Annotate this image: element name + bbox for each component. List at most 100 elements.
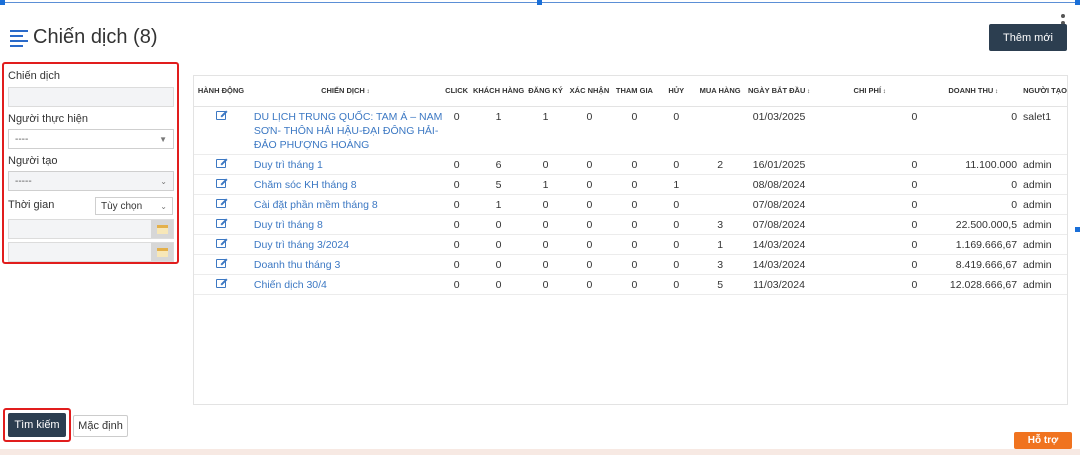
- calendar-icon[interactable]: [151, 220, 173, 238]
- cell-confirm: 0: [564, 194, 615, 215]
- cell-join: 0: [614, 254, 655, 275]
- resize-handle[interactable]: [0, 0, 5, 5]
- cell-cancel: 0: [654, 254, 699, 275]
- edit-icon[interactable]: [215, 198, 226, 208]
- col-header-cost[interactable]: CHI PHÍ: [815, 76, 924, 107]
- campaign-name-link[interactable]: Duy trì tháng 3/2024: [247, 234, 443, 255]
- edit-icon[interactable]: [215, 238, 226, 248]
- cell-creator: admin: [1023, 194, 1067, 215]
- cell-join: 0: [614, 234, 655, 255]
- cell-register: 1: [526, 174, 565, 195]
- cell-join: 0: [614, 174, 655, 195]
- resize-handle[interactable]: [537, 0, 542, 5]
- search-button-frame: Tìm kiếm: [3, 408, 71, 442]
- campaign-name-link[interactable]: Doanh thu tháng 3: [247, 254, 443, 275]
- cell-customers: 1: [470, 194, 527, 215]
- edit-icon[interactable]: [215, 218, 226, 228]
- row-actions-cell: [194, 274, 248, 295]
- campaign-table: HÀNH ĐỘNG CHIẾN DỊCH CLICK KHÁCH HÀNG ĐĂ…: [194, 76, 1067, 295]
- calendar-icon[interactable]: [151, 243, 173, 261]
- edit-icon[interactable]: [215, 110, 226, 120]
- col-header-join: THAM GIA: [614, 76, 655, 107]
- campaign-name-link[interactable]: DU LỊCH TRUNG QUỐC: TAM Á – NAM SƠN- THÔ…: [247, 106, 443, 155]
- table-header-row: HÀNH ĐỘNG CHIẾN DỊCH CLICK KHÁCH HÀNG ĐĂ…: [194, 76, 1067, 107]
- support-button[interactable]: Hỗ trợ: [1014, 432, 1072, 449]
- cell-start: 11/03/2024: [742, 274, 816, 295]
- cell-click: 0: [442, 154, 471, 175]
- row-actions-cell: [194, 106, 248, 155]
- edit-icon[interactable]: [215, 278, 226, 288]
- col-header-actions: HÀNH ĐỘNG: [194, 76, 248, 107]
- col-header-creator: NGƯỜI TẠO: [1023, 76, 1067, 107]
- cell-cost: 0: [815, 194, 924, 215]
- caret-down-icon: ▼: [159, 134, 167, 144]
- table-row: Doanh thu tháng 3 0 0 0 0 0 0 3 14/03/2024 0 8.419…: [194, 254, 1067, 275]
- performer-filter-select[interactable]: ---- ▼: [8, 129, 174, 149]
- campaign-name-link[interactable]: Duy trì tháng 1: [247, 154, 443, 175]
- cell-cost: 0: [815, 214, 924, 235]
- cell-click: 0: [442, 234, 471, 255]
- row-actions-cell: [194, 254, 248, 275]
- edit-icon[interactable]: [215, 158, 226, 168]
- cell-revenue: 0: [923, 194, 1024, 215]
- col-header-revenue[interactable]: DOANH THU: [923, 76, 1024, 107]
- time-filter-select[interactable]: Tùy chọn ⌄: [95, 197, 173, 215]
- cell-register: 1: [526, 106, 565, 155]
- cell-customers: 5: [470, 174, 527, 195]
- table-row: Chiến dịch 30/4 0 0 0 0 0 0 5 11/03/2024 0 12.028.…: [194, 274, 1067, 295]
- campaign-name-link[interactable]: Duy trì tháng 8: [247, 214, 443, 235]
- search-button[interactable]: Tìm kiếm: [8, 413, 66, 437]
- cell-register: 0: [526, 274, 565, 295]
- cell-revenue: 12.028.666,67: [923, 274, 1024, 295]
- campaign-name-link[interactable]: Cài đặt phần mềm tháng 8: [247, 194, 443, 215]
- cell-creator: admin: [1023, 174, 1067, 195]
- date-to-input[interactable]: [8, 242, 174, 262]
- campaign-name-link[interactable]: Chăm sóc KH tháng 8: [247, 174, 443, 195]
- cell-creator: admin: [1023, 274, 1067, 295]
- campaign-name-link[interactable]: Chiến dịch 30/4: [247, 274, 443, 295]
- campaign-filter-input[interactable]: [8, 87, 174, 107]
- col-header-start-date[interactable]: NGÀY BẮT ĐẦU: [742, 76, 816, 107]
- performer-filter-label: Người thực hiện: [8, 113, 89, 125]
- col-header-confirm: XÁC NHẬN: [564, 76, 615, 107]
- cell-buy: [698, 174, 743, 195]
- cell-cancel: 0: [654, 106, 699, 155]
- date-from-input[interactable]: [8, 219, 174, 239]
- resize-handle[interactable]: [1075, 0, 1080, 5]
- cell-click: 0: [442, 106, 471, 155]
- cell-start: 08/08/2024: [742, 174, 816, 195]
- col-header-campaign[interactable]: CHIẾN DỊCH: [247, 76, 443, 107]
- creator-filter-select[interactable]: ----- ⌄: [8, 171, 174, 191]
- table-row: Duy trì tháng 1 0 6 0 0 0 0 2 16/01/2025 0 11.100.…: [194, 154, 1067, 175]
- cell-click: 0: [442, 174, 471, 195]
- bottom-strip: [0, 449, 1080, 455]
- cell-creator: admin: [1023, 214, 1067, 235]
- row-actions-cell: [194, 214, 248, 235]
- edit-icon[interactable]: [215, 178, 226, 188]
- cell-start: 01/03/2025: [742, 106, 816, 155]
- col-header-customers: KHÁCH HÀNG: [470, 76, 527, 107]
- table-row: Cài đặt phần mềm tháng 8 0 1 0 0 0 0 07/08/2024…: [194, 194, 1067, 215]
- performer-filter-value: ----: [15, 133, 29, 145]
- reset-default-button[interactable]: Mặc định: [73, 415, 128, 437]
- cell-revenue: 1.169.666,67: [923, 234, 1024, 255]
- resize-handle[interactable]: [1075, 227, 1080, 232]
- cell-confirm: 0: [564, 214, 615, 235]
- cell-revenue: 0: [923, 106, 1024, 155]
- add-new-button[interactable]: Thêm mới: [989, 24, 1067, 51]
- cell-join: 0: [614, 214, 655, 235]
- edit-icon[interactable]: [215, 258, 226, 268]
- cell-cost: 0: [815, 174, 924, 195]
- col-header-click: CLICK: [442, 76, 471, 107]
- time-filter-value: Tùy chọn: [101, 200, 143, 212]
- cell-cancel: 0: [654, 234, 699, 255]
- page-title: Chiến dịch (8): [10, 26, 158, 49]
- cell-join: 0: [614, 106, 655, 155]
- cell-revenue: 22.500.000,5: [923, 214, 1024, 235]
- cell-customers: 1: [470, 106, 527, 155]
- list-icon: [10, 29, 28, 47]
- cell-confirm: 0: [564, 106, 615, 155]
- cell-register: 0: [526, 234, 565, 255]
- cell-confirm: 0: [564, 174, 615, 195]
- cell-join: 0: [614, 194, 655, 215]
